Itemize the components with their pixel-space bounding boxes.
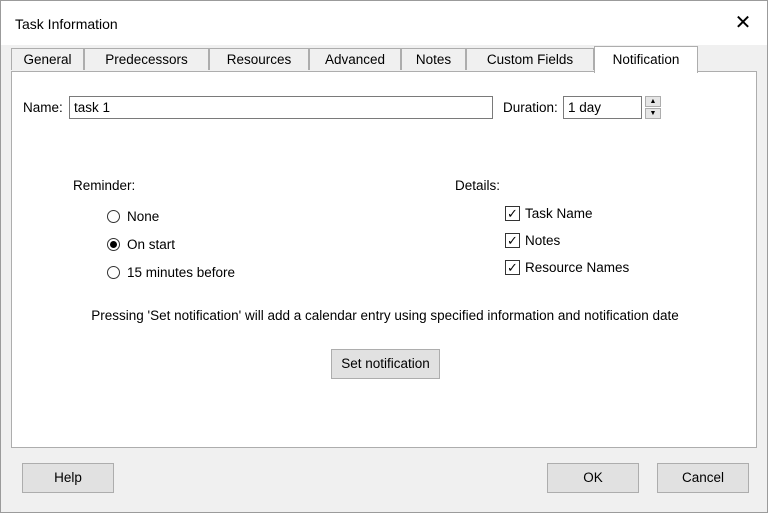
tab-notification[interactable]: Notification <box>594 46 698 73</box>
spin-down-icon[interactable]: ▼ <box>645 108 661 119</box>
notification-info-text: Pressing 'Set notification' will add a c… <box>91 308 679 323</box>
details-label: Details: <box>455 178 501 193</box>
duration-spinner: ▲ ▼ <box>645 96 661 120</box>
name-field[interactable]: task 1 <box>69 96 493 119</box>
spin-up-icon[interactable]: ▲ <box>645 96 661 107</box>
name-label: Name: <box>23 100 63 115</box>
close-icon[interactable]: ✕ <box>733 13 753 33</box>
tab-advanced[interactable]: Advanced <box>309 48 401 70</box>
title-bar: Task Information ✕ <box>1 1 767 45</box>
radio-on-start[interactable] <box>107 238 120 251</box>
reminder-label: Reminder: <box>73 178 136 193</box>
checkbox-task-name-label: Task Name <box>525 206 593 221</box>
checkbox-resource-names[interactable]: ✓ <box>505 260 520 275</box>
ok-button[interactable]: OK <box>547 463 639 493</box>
checkbox-task-name[interactable]: ✓ <box>505 206 520 221</box>
tab-predecessors[interactable]: Predecessors <box>84 48 209 70</box>
tab-resources[interactable]: Resources <box>209 48 309 70</box>
radio-none-label: None <box>127 209 160 224</box>
radio-15-minutes-label: 15 minutes before <box>127 265 236 280</box>
notification-panel: Name: task 1 Duration: 1 day ▲ ▼ Reminde… <box>11 71 757 448</box>
radio-15-minutes[interactable] <box>107 266 120 279</box>
checkbox-notes-label: Notes <box>525 233 561 248</box>
tab-custom-fields[interactable]: Custom Fields <box>466 48 594 70</box>
checkbox-resource-names-label: Resource Names <box>525 260 630 275</box>
radio-none[interactable] <box>107 210 120 223</box>
checkbox-notes[interactable]: ✓ <box>505 233 520 248</box>
tab-general[interactable]: General <box>11 48 84 70</box>
set-notification-button[interactable]: Set notification <box>331 349 440 379</box>
duration-field[interactable]: 1 day <box>563 96 642 119</box>
radio-on-start-label: On start <box>127 237 176 252</box>
task-information-dialog: Task Information ✕ General Predecessors … <box>0 0 768 513</box>
duration-label: Duration: <box>503 100 558 115</box>
help-button[interactable]: Help <box>22 463 114 493</box>
cancel-button[interactable]: Cancel <box>657 463 749 493</box>
tab-notes[interactable]: Notes <box>401 48 466 70</box>
window-title: Task Information <box>15 16 118 32</box>
